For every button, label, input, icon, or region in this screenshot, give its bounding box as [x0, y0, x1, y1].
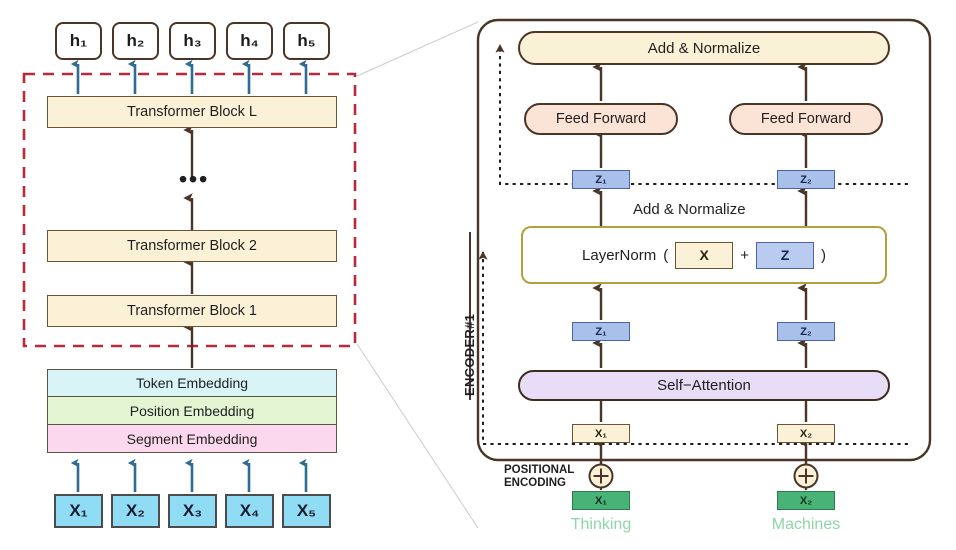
- layernorm-paren-open: (: [663, 246, 669, 264]
- z2-upper-label: Z₂: [800, 173, 812, 186]
- add-normalize-mid: Add & Normalize: [633, 201, 746, 218]
- input-token-x4: X₄: [225, 494, 274, 528]
- feed-forward-1-label: Feed Forward: [555, 111, 647, 127]
- feed-forward-2: Feed Forward: [729, 103, 883, 135]
- output-h5: h₅: [283, 22, 330, 60]
- positional-encoding-label: POSITIONAL ENCODING: [504, 464, 574, 490]
- positional-encoding-plus-2: [793, 463, 819, 489]
- position-embedding: Position Embedding: [47, 397, 337, 425]
- encoder-x2: X₂: [777, 424, 835, 443]
- output-h4: h₄: [226, 22, 273, 60]
- feed-forward-1: Feed Forward: [524, 103, 678, 135]
- output-h1-label: h₁: [69, 31, 88, 50]
- embedding-x1-label: X₁: [595, 494, 607, 507]
- layernorm-chip-x: X: [675, 241, 734, 269]
- output-h4-label: h₄: [240, 31, 259, 50]
- encoder-x1: X₁: [572, 424, 630, 443]
- transformer-block-2: Transformer Block 2: [47, 230, 337, 262]
- input-arrows: [70, 458, 308, 492]
- position-embedding-label: Position Embedding: [129, 402, 255, 419]
- transformer-block-1: Transformer Block 1: [47, 295, 337, 327]
- z2-lower-label: Z₂: [800, 325, 812, 338]
- input-token-x1-label: X₁: [69, 501, 88, 520]
- layernorm-paren-close: ): [820, 246, 826, 264]
- layernorm-chip-z: Z: [755, 241, 814, 269]
- word-thinking: Thinking: [570, 516, 632, 533]
- transformer-block-2-label: Transformer Block 2: [127, 238, 257, 254]
- positional-encoding-plus-1: [588, 463, 614, 489]
- output-h1: h₁: [55, 22, 102, 60]
- self-attention: Self−Attention: [518, 370, 890, 401]
- token-embedding: Token Embedding: [47, 369, 337, 397]
- layernorm-expression: LayerNorm ( X + Z ): [582, 241, 826, 269]
- input-token-x4-label: X₄: [239, 501, 260, 520]
- embedding-x2-label: X₂: [799, 494, 813, 507]
- output-h5-label: h₅: [297, 31, 316, 50]
- diagram-root: h₁ h₂ h₃ h₄ h₅ Transformer Block L ••• T…: [0, 0, 956, 550]
- transformer-block-L-label: Transformer Block L: [127, 104, 257, 120]
- vertical-ellipsis: •••: [179, 166, 210, 192]
- output-h2: h₂: [112, 22, 159, 60]
- layernorm-box: LayerNorm ( X + Z ): [521, 226, 887, 284]
- add-normalize-top-label: Add & Normalize: [647, 39, 761, 57]
- encoder-label: ENCODER#1: [462, 313, 477, 396]
- z2-lower: Z₂: [777, 322, 835, 341]
- embedding-x2: X₂: [777, 491, 835, 510]
- word-machines: Machines: [771, 516, 841, 533]
- segment-embedding: Segment Embedding: [47, 425, 337, 453]
- transformer-block-1-label: Transformer Block 1: [127, 303, 257, 319]
- z1-lower: Z₁: [572, 322, 630, 341]
- z2-upper: Z₂: [777, 170, 835, 189]
- add-normalize-top: Add & Normalize: [518, 31, 890, 65]
- encoder-stub-lines: [599, 478, 808, 490]
- input-token-x5: X₅: [282, 494, 331, 528]
- positional-encoding-line1: POSITIONAL: [504, 464, 575, 476]
- input-token-x1: X₁: [54, 494, 103, 528]
- z1-lower-label: Z₁: [595, 325, 607, 338]
- token-embedding-label: Token Embedding: [135, 375, 249, 391]
- z1-upper: Z₁: [572, 170, 630, 189]
- transformer-block-L: Transformer Block L: [47, 96, 337, 128]
- layernorm-plus: +: [740, 246, 749, 264]
- layernorm-prefix: LayerNorm: [582, 246, 657, 264]
- input-token-x3-label: X₃: [182, 501, 203, 520]
- input-token-x2: X₂: [111, 494, 160, 528]
- positional-encoding-line2: ENCODING: [504, 476, 566, 489]
- encoder-x1-label: X₁: [595, 427, 607, 440]
- self-attention-label: Self−Attention: [657, 377, 751, 394]
- output-arrows: [70, 59, 308, 94]
- input-token-x5-label: X₅: [296, 501, 317, 520]
- feed-forward-2-label: Feed Forward: [760, 111, 852, 127]
- output-h3-label: h₃: [183, 31, 202, 50]
- segment-embedding-label: Segment Embedding: [126, 430, 258, 447]
- zoom-guide-lines: [356, 21, 479, 529]
- output-h2-label: h₂: [126, 31, 145, 50]
- z1-upper-label: Z₁: [595, 173, 607, 186]
- encoder-x2-label: X₂: [799, 427, 813, 440]
- output-h3: h₃: [169, 22, 216, 60]
- embedding-x1: X₁: [572, 491, 630, 510]
- input-token-x2-label: X₂: [126, 501, 145, 520]
- input-token-x3: X₃: [168, 494, 217, 528]
